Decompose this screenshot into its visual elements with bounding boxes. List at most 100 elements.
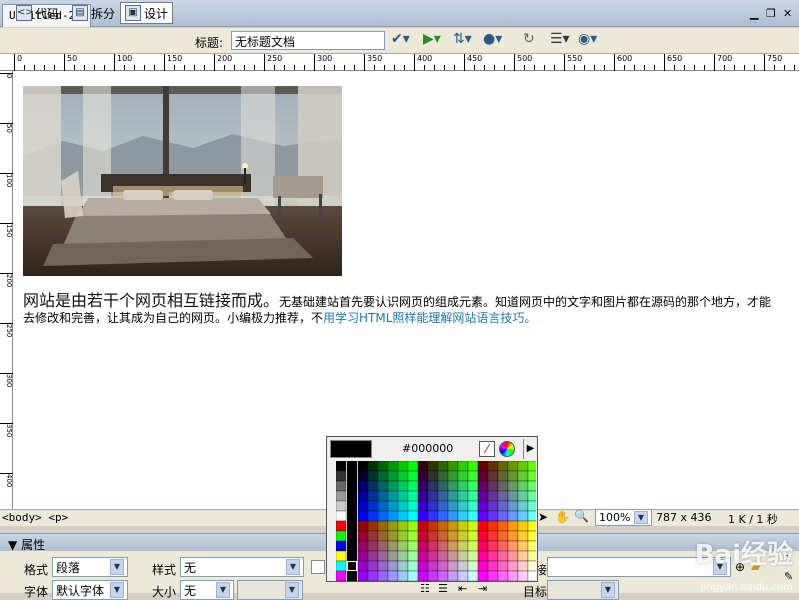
color-swatch (527, 540, 536, 552)
color-swatch (427, 540, 439, 552)
color-swatch (377, 520, 389, 532)
color-swatch (437, 461, 449, 472)
color-swatch (457, 490, 469, 502)
color-swatch (477, 560, 489, 572)
color-swatch (497, 461, 509, 472)
color-swatch (487, 550, 499, 562)
color-swatch (387, 570, 399, 581)
color-swatch (367, 500, 379, 512)
color-swatch (497, 550, 509, 562)
ordered-list-icon[interactable]: ☰ (438, 582, 448, 595)
paragraph-link[interactable]: 用学习HTML照样能理解网站语言技巧。 (323, 311, 536, 325)
close-icon[interactable]: ✕ (783, 7, 792, 20)
color-swatch (467, 540, 479, 552)
select-tool-icon[interactable]: ➤ (538, 510, 548, 524)
font-label: 字体 (24, 585, 49, 599)
restore-icon[interactable]: ❐ (766, 7, 776, 20)
code-view-icon: <> (16, 5, 34, 21)
design-view-button[interactable]: ▣ 设计 (120, 2, 174, 24)
document-title-input[interactable]: 无标题文档 (231, 31, 385, 50)
ruler-tick: 0 (0, 73, 13, 103)
color-swatch (477, 500, 489, 512)
color-swatch (467, 560, 479, 572)
color-swatch (467, 510, 479, 522)
color-swatch (467, 461, 479, 472)
preview-debug-icon[interactable]: ▶▾ (423, 31, 441, 51)
color-swatch (417, 540, 429, 552)
color-swatch (377, 480, 389, 492)
refresh-icon[interactable]: ↻ (523, 31, 535, 51)
code-view-button[interactable]: <> 代码 (11, 2, 64, 24)
color-swatch (447, 570, 459, 581)
selected-color-swatch (330, 440, 372, 458)
color-swatch (367, 570, 379, 581)
size-select[interactable]: 无 ▼ (180, 580, 234, 600)
file-transfer-icon[interactable]: ⇅▾ (453, 31, 472, 51)
zoom-select[interactable]: 100% ▼ (595, 509, 652, 526)
target-select[interactable]: ▼ (547, 580, 619, 600)
color-swatch (407, 461, 419, 472)
color-swatch (397, 570, 409, 581)
color-swatch (336, 500, 347, 512)
color-swatch (397, 520, 409, 532)
tag-selector[interactable]: <body> <p> (2, 511, 68, 524)
color-swatch (367, 530, 379, 542)
font-value: 默认字体 (56, 583, 105, 598)
color-swatch (507, 550, 519, 562)
color-swatch (336, 540, 347, 552)
color-swatch (427, 510, 439, 522)
color-swatch (417, 461, 429, 472)
color-swatch (497, 490, 509, 502)
color-swatch (437, 560, 449, 572)
color-swatch (407, 560, 419, 572)
browser-globe-icon[interactable]: ●▾ (483, 31, 502, 51)
zoom-tool-icon[interactable]: 🔍 (574, 509, 589, 523)
color-swatch (467, 470, 479, 482)
paragraph-heading: 网站是由若干个网页相互链接而成。 (23, 291, 280, 310)
color-swatch (487, 560, 499, 572)
hand-tool-icon[interactable]: ✋ (555, 510, 570, 524)
color-swatch (407, 520, 419, 532)
color-swatch (477, 480, 489, 492)
color-swatch (357, 520, 369, 532)
color-picker-popup[interactable]: #000000 ⁄ ▶ (326, 436, 538, 582)
system-color-picker-icon[interactable] (499, 441, 515, 457)
content-paragraph[interactable]: 网站是由若干个网页相互链接而成。无基础建站首先要认识网页的组成元素。知道网页中的… (23, 293, 783, 326)
split-view-button[interactable]: ▤ 拆分 (67, 2, 120, 24)
minimize-icon[interactable]: ▁ (750, 7, 758, 20)
color-swatch (487, 470, 499, 482)
color-swatch (447, 490, 459, 502)
color-swatch (367, 461, 379, 472)
visual-aids-icon[interactable]: ◉▾ (578, 31, 597, 51)
size-unit-select[interactable]: ▼ (237, 580, 303, 600)
style-select[interactable]: 无 ▼ (180, 557, 304, 577)
font-select[interactable]: 默认字体 ▼ (52, 580, 128, 600)
indent-icon[interactable]: ⇥ (478, 582, 487, 595)
color-swatch (387, 480, 399, 492)
color-swatch (487, 520, 499, 532)
no-color-icon[interactable]: ⁄ (479, 441, 495, 457)
palette-menu-icon[interactable]: ▶ (523, 439, 537, 459)
outdent-icon[interactable]: ⇤ (458, 582, 467, 595)
ruler-tick: 0 (14, 54, 22, 71)
view-options-icon[interactable]: ☰▾ (550, 31, 570, 51)
color-swatch (437, 540, 449, 552)
color-swatch (417, 530, 429, 542)
color-swatch-grid[interactable] (336, 461, 536, 581)
color-swatch (477, 461, 489, 472)
format-select[interactable]: 段落 ▼ (52, 557, 128, 577)
color-swatch (447, 560, 459, 572)
watermark-url: jingyan.baidu.com (700, 582, 793, 593)
color-swatch (497, 530, 509, 542)
color-swatch (427, 490, 439, 502)
window-size[interactable]: 787 x 436 (656, 511, 712, 524)
color-swatch (437, 470, 449, 482)
color-swatch (517, 480, 529, 492)
unordered-list-icon[interactable]: ☷ (420, 582, 430, 595)
color-swatch (357, 461, 369, 472)
validate-icon[interactable]: ✔▾ (391, 31, 410, 51)
css-button[interactable] (311, 560, 325, 574)
color-swatch (457, 570, 469, 581)
color-swatch (487, 490, 499, 502)
bedroom-photo[interactable] (23, 86, 342, 276)
